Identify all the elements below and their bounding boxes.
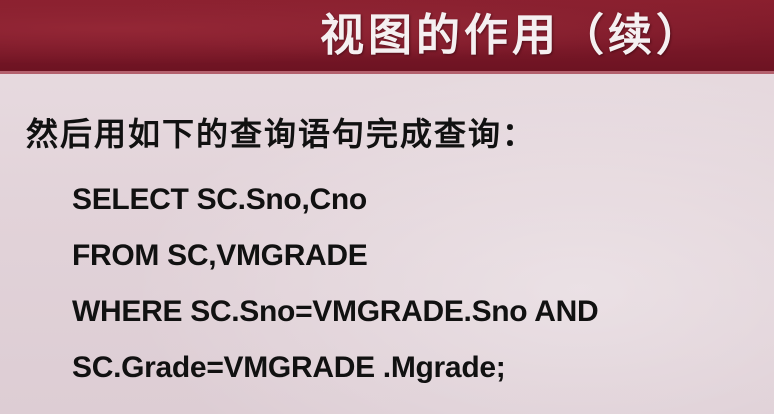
header-band: 视图的作用（续） bbox=[0, 0, 774, 74]
sql-line-from: FROM SC,VMGRADE bbox=[72, 239, 368, 272]
slide-title: 视图的作用（续） bbox=[320, 10, 704, 61]
sql-code-block: SELECT SC.Sno,Cno FROM SC,VMGRADE WHERE … bbox=[72, 172, 599, 396]
sql-line-where: WHERE SC.Sno=VMGRADE.Sno AND bbox=[72, 295, 599, 328]
slide: 视图的作用（续） 然后用如下的查询语句完成查询： SELECT SC.Sno,C… bbox=[0, 0, 774, 414]
intro-text: 然后用如下的查询语句完成查询： bbox=[26, 115, 537, 153]
sql-line-condition: SC.Grade=VMGRADE .Mgrade; bbox=[72, 351, 506, 384]
sql-line-select: SELECT SC.Sno,Cno bbox=[72, 183, 367, 216]
